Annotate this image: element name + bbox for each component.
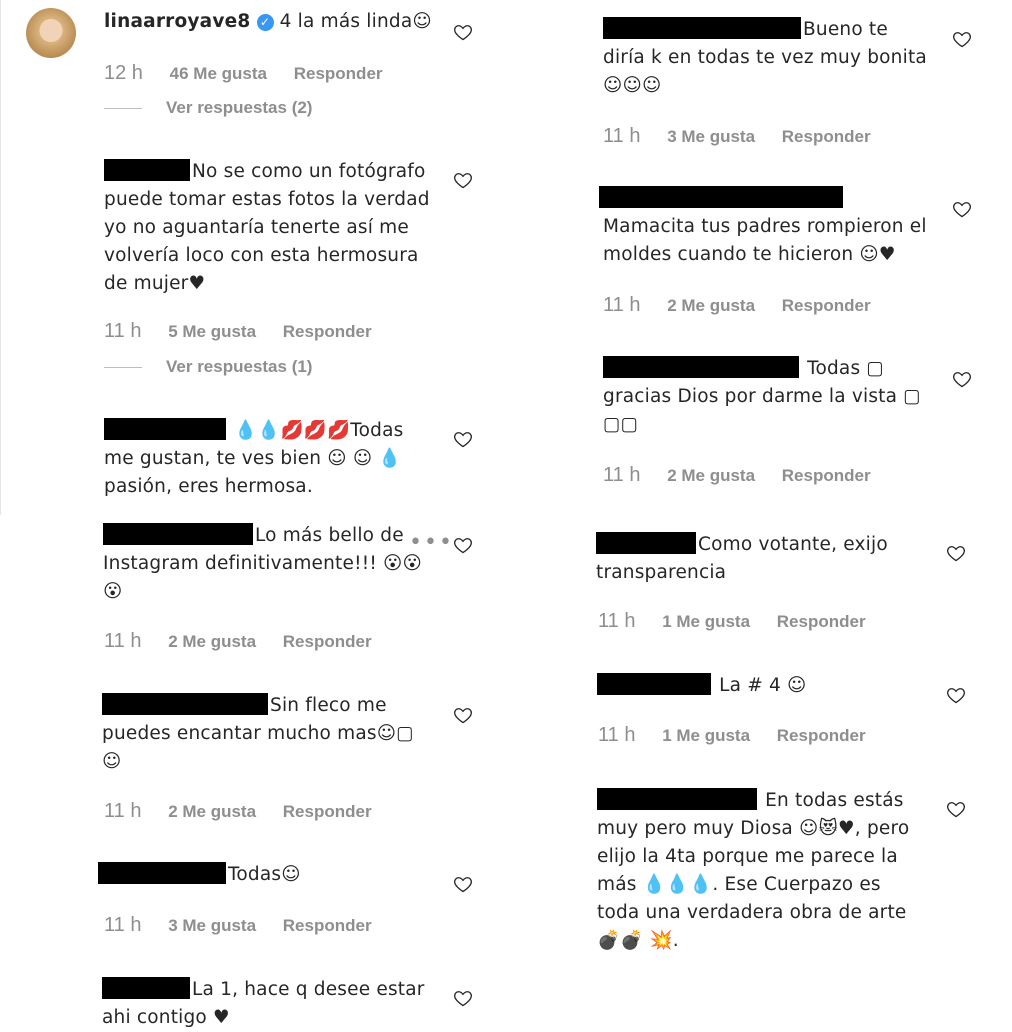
comment-meta: 11 h 1 Me gusta Responder xyxy=(598,724,866,747)
view-replies-button[interactable]: Ver respuestas (1) xyxy=(104,357,312,377)
comment-meta: 11 h 2 Me gusta Responder xyxy=(104,630,372,653)
more-horizontal-icon[interactable]: ••• xyxy=(409,530,454,555)
redacted-username xyxy=(597,673,711,695)
view-replies-label: Ver respuestas (2) xyxy=(166,98,313,117)
likes-count[interactable]: 2 Me gusta xyxy=(168,802,256,821)
like-heart-icon[interactable] xyxy=(952,199,972,219)
replies-divider xyxy=(104,108,142,110)
username[interactable]: linaarroyave8 xyxy=(104,11,250,32)
comment-text: 4 la más linda☺ xyxy=(279,11,432,32)
comment-meta: 11 h 3 Me gusta Responder xyxy=(104,914,372,937)
timestamp: 11 h xyxy=(603,464,641,486)
likes-count[interactable]: 1 Me gusta xyxy=(662,612,750,631)
likes-count[interactable]: 2 Me gusta xyxy=(667,296,755,315)
like-heart-icon[interactable] xyxy=(453,170,473,190)
timestamp: 11 h xyxy=(104,914,142,936)
replies-divider xyxy=(104,367,142,369)
redacted-username xyxy=(603,17,801,39)
redacted-username xyxy=(597,788,757,810)
comment-meta: 11 h 2 Me gusta Responder xyxy=(603,294,871,317)
timestamp: 11 h xyxy=(104,630,142,652)
redacted-username xyxy=(102,977,190,999)
comment: Todas☺ xyxy=(98,861,428,889)
like-heart-icon[interactable] xyxy=(453,535,473,555)
comment-meta: 11 h 2 Me gusta Responder xyxy=(603,464,871,487)
comment: Todas ▢ gracias Dios por darme la vista … xyxy=(603,355,928,439)
comment-meta: 12 h 46 Me gusta Responder xyxy=(104,62,383,85)
redacted-username xyxy=(98,862,226,884)
comment: Lo más bello de Instagram definitivament… xyxy=(103,522,423,606)
panel-divider xyxy=(0,0,1,515)
like-heart-icon[interactable] xyxy=(453,705,473,725)
avatar[interactable] xyxy=(26,8,76,58)
redacted-username xyxy=(104,159,190,181)
reply-button[interactable]: Responder xyxy=(782,466,871,485)
reply-button[interactable]: Responder xyxy=(782,127,871,146)
comment-meta: 11 h 5 Me gusta Responder xyxy=(104,320,372,343)
comment: Mamacita tus padres rompieron el moldes … xyxy=(603,213,933,269)
comment-meta: 11 h 1 Me gusta Responder xyxy=(598,610,866,633)
like-heart-icon[interactable] xyxy=(453,429,473,449)
timestamp: 11 h xyxy=(104,800,142,822)
comment-meta: 11 h 3 Me gusta Responder xyxy=(603,125,871,148)
like-heart-icon[interactable] xyxy=(453,988,473,1008)
reply-button[interactable]: Responder xyxy=(782,296,871,315)
timestamp: 11 h xyxy=(598,610,636,632)
timestamp: 11 h xyxy=(603,294,641,316)
like-heart-icon[interactable] xyxy=(946,685,966,705)
timestamp: 11 h xyxy=(603,125,641,147)
like-heart-icon[interactable] xyxy=(952,369,972,389)
reply-button[interactable]: Responder xyxy=(283,916,372,935)
likes-count[interactable]: 46 Me gusta xyxy=(170,64,267,83)
likes-count[interactable]: 3 Me gusta xyxy=(667,127,755,146)
likes-count[interactable]: 2 Me gusta xyxy=(168,632,256,651)
comment: Bueno te diría k en todas te vez muy bon… xyxy=(603,16,933,100)
comment-text: En todas estás muy pero muy Diosa ☺😻♥, p… xyxy=(597,790,910,951)
redacted-username xyxy=(104,418,226,440)
view-replies-button[interactable]: Ver respuestas (2) xyxy=(104,98,312,118)
timestamp: 11 h xyxy=(104,320,142,342)
reply-button[interactable]: Responder xyxy=(294,64,383,83)
view-replies-label: Ver respuestas (1) xyxy=(166,357,313,376)
comment: La # 4 ☺ xyxy=(597,672,927,700)
reply-button[interactable]: Responder xyxy=(283,322,372,341)
comment-meta: 11 h 2 Me gusta Responder xyxy=(104,800,372,823)
comment-text: La # 4 ☺ xyxy=(719,675,807,696)
comment: En todas estás muy pero muy Diosa ☺😻♥, p… xyxy=(597,787,927,955)
likes-count[interactable]: 5 Me gusta xyxy=(168,322,256,341)
comment: Sin fleco me puedes encantar mucho mas☺▢… xyxy=(102,692,422,776)
reply-button[interactable]: Responder xyxy=(777,726,866,745)
reply-button[interactable]: Responder xyxy=(283,802,372,821)
likes-count[interactable]: 3 Me gusta xyxy=(168,916,256,935)
verified-badge-icon: ✓ xyxy=(256,14,274,31)
timestamp: 11 h xyxy=(598,724,636,746)
likes-count[interactable]: 2 Me gusta xyxy=(667,466,755,485)
comment: linaarroyave8 ✓ 4 la más linda☺ xyxy=(104,8,434,36)
redacted-username xyxy=(102,693,268,715)
redacted-username xyxy=(596,532,696,554)
like-heart-icon[interactable] xyxy=(453,874,473,894)
comment: 💧💧💋💋💋Todas me gustan, te ves bien ☺ ☺ 💧 … xyxy=(104,417,414,501)
like-heart-icon[interactable] xyxy=(946,799,966,819)
redacted-username xyxy=(603,356,799,378)
like-heart-icon[interactable] xyxy=(453,22,473,42)
reply-button[interactable]: Responder xyxy=(283,632,372,651)
like-heart-icon[interactable] xyxy=(952,29,972,49)
redacted-username xyxy=(103,523,253,545)
timestamp: 12 h xyxy=(104,62,143,84)
comment-text: Todas☺ xyxy=(228,864,301,885)
comment: No se como un fotógrafo puede tomar esta… xyxy=(104,158,434,298)
like-heart-icon[interactable] xyxy=(946,543,966,563)
comment-text: Mamacita tus padres rompieron el moldes … xyxy=(603,216,927,265)
redacted-username xyxy=(599,186,843,208)
comment: Como votante, exijo transparencia xyxy=(596,531,926,587)
likes-count[interactable]: 1 Me gusta xyxy=(662,726,750,745)
reply-button[interactable]: Responder xyxy=(777,612,866,631)
